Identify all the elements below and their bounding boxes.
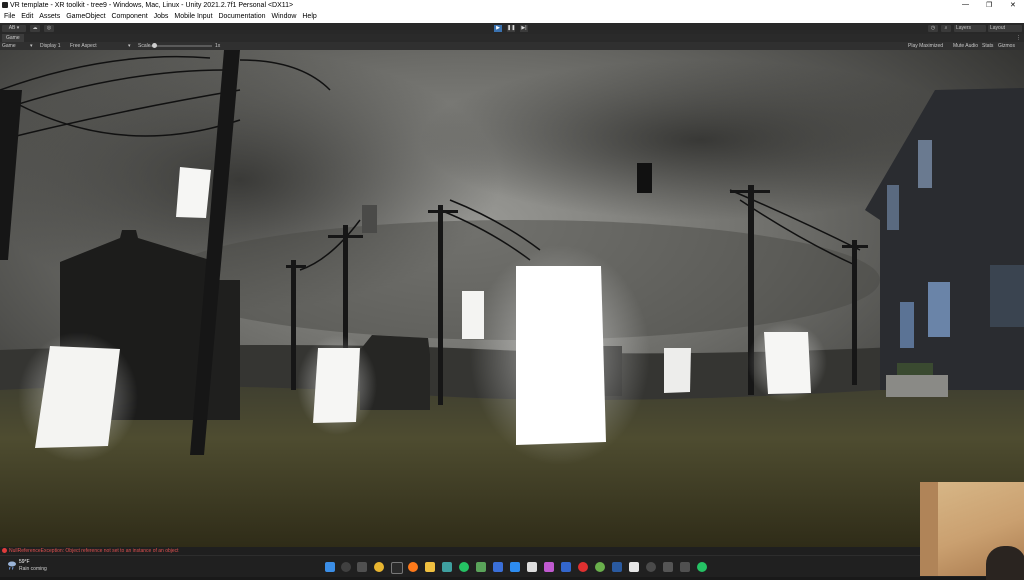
app-icon-red[interactable] xyxy=(578,562,588,572)
menu-assets[interactable]: Assets xyxy=(39,11,60,20)
display-dropdown[interactable]: Display 1 xyxy=(40,42,61,50)
file-explorer-icon[interactable] xyxy=(425,562,435,572)
menu-edit[interactable]: Edit xyxy=(21,11,33,20)
app-icon-white[interactable] xyxy=(527,562,537,572)
webcam-shadow xyxy=(920,482,938,576)
glow-block-center xyxy=(516,266,606,445)
main-toolbar: AB ▾ ☁ ◎ ▶ ❚❚ ▶| ◷ ⌕ Layers Layout xyxy=(0,23,1024,34)
stats-toggle[interactable]: Stats xyxy=(982,42,993,50)
app-icon-m[interactable] xyxy=(442,562,452,572)
maximize-button[interactable]: ❐ xyxy=(986,1,992,9)
app-icon-green[interactable] xyxy=(595,562,605,572)
game-mode-dropdown[interactable]: Game xyxy=(2,42,16,50)
glow-block-right-far xyxy=(664,348,691,393)
menu-window[interactable]: Window xyxy=(272,11,297,20)
floating-dark-block xyxy=(637,163,652,193)
glow-block-far xyxy=(462,291,484,339)
crate xyxy=(886,375,948,397)
layout-dropdown[interactable]: Layout xyxy=(988,25,1022,32)
unity-taskbar-icon[interactable] xyxy=(391,562,403,574)
menu-file[interactable]: File xyxy=(4,11,15,20)
menu-gameobject[interactable]: GameObject xyxy=(66,11,105,20)
glow-block-right xyxy=(764,332,811,394)
menu-mobile-input[interactable]: Mobile Input xyxy=(174,11,212,20)
search-taskbar-icon[interactable] xyxy=(341,562,351,572)
window xyxy=(990,265,1024,327)
windows-taskbar: 59°F Rain coming xyxy=(0,555,1024,577)
window-title-bar: VR template - XR toolkit - tree9 - Windo… xyxy=(0,0,1024,11)
pause-button[interactable]: ❚❚ xyxy=(507,25,515,32)
search-icon[interactable]: ⌕ xyxy=(941,25,951,32)
glow-block-floating xyxy=(176,167,211,218)
game-tab-row: Game ⋮ xyxy=(0,34,1024,42)
app-icon-circle[interactable] xyxy=(646,562,656,572)
layers-dropdown[interactable]: Layers xyxy=(954,25,986,32)
step-button[interactable]: ▶| xyxy=(520,25,528,32)
gizmos-dropdown[interactable]: Gizmos xyxy=(998,42,1015,50)
scale-label: Scale xyxy=(138,43,151,49)
app-icon-gray[interactable] xyxy=(663,562,673,572)
unity-logo-icon xyxy=(2,2,8,8)
menu-help[interactable]: Help xyxy=(302,11,316,20)
status-error-message[interactable]: NullReferenceException: Object reference… xyxy=(9,547,179,555)
planter xyxy=(897,363,933,375)
app-icon-blue[interactable] xyxy=(493,562,503,572)
app-icon-purple[interactable] xyxy=(544,562,554,572)
whatsapp-icon[interactable] xyxy=(459,562,469,572)
blender-icon[interactable] xyxy=(408,562,418,572)
error-icon xyxy=(2,548,7,553)
window-title: VR template - XR toolkit - tree9 - Windo… xyxy=(10,2,294,9)
game-view-controls: Game ▾ Display 1 Free Aspect ▾ Scale 1x … xyxy=(0,42,1024,50)
chrome-icon[interactable] xyxy=(374,562,384,572)
collab-icon[interactable]: ◎ xyxy=(44,25,54,32)
game-viewport[interactable] xyxy=(0,50,1024,547)
game-tab-label: Game xyxy=(6,35,20,41)
minimize-button[interactable]: — xyxy=(962,1,969,8)
zoom-icon[interactable] xyxy=(510,562,520,572)
scale-slider-handle[interactable] xyxy=(152,43,157,48)
app-icon-cat[interactable] xyxy=(680,562,690,572)
scale-slider-track[interactable] xyxy=(150,45,212,47)
cloud-icon[interactable]: ☁ xyxy=(30,25,40,32)
free-aspect-dropdown[interactable]: Free Aspect xyxy=(70,42,97,50)
dropdown-arrow-icon: ▾ xyxy=(30,43,33,49)
history-icon[interactable]: ◷ xyxy=(928,25,938,32)
transformer-box xyxy=(362,205,377,233)
start-icon[interactable] xyxy=(325,562,335,572)
whatsapp-icon-2[interactable] xyxy=(697,562,707,572)
game-scene-render xyxy=(0,50,1024,547)
menu-component[interactable]: Component xyxy=(111,11,147,20)
task-view-icon[interactable] xyxy=(357,562,367,572)
play-button[interactable]: ▶ xyxy=(494,25,502,32)
window xyxy=(900,302,914,348)
app-icon-ai[interactable] xyxy=(561,562,571,572)
webcam-overlay xyxy=(920,482,1024,580)
tab-options-icon[interactable]: ⋮ xyxy=(1016,34,1021,42)
mute-audio-toggle[interactable]: Mute Audio xyxy=(953,42,978,50)
menu-documentation[interactable]: Documentation xyxy=(218,11,265,20)
weather-description: Rain coming xyxy=(19,566,47,572)
app-icon-a[interactable] xyxy=(612,562,622,572)
play-maximized-dropdown[interactable]: Play Maximized xyxy=(908,42,943,50)
aspect-arrow-icon: ▾ xyxy=(128,43,131,49)
glow-block-mid xyxy=(313,348,360,423)
scale-value: 1x xyxy=(215,43,221,49)
close-button[interactable]: ✕ xyxy=(1010,1,1016,9)
window xyxy=(887,185,899,230)
window xyxy=(928,282,950,337)
window xyxy=(918,140,932,188)
minecraft-icon[interactable] xyxy=(476,562,486,572)
tab-game[interactable]: Game xyxy=(2,34,24,42)
console-status-bar[interactable]: NullReferenceException: Object reference… xyxy=(0,547,1024,555)
account-dropdown[interactable]: AB ▾ xyxy=(2,25,26,32)
menu-jobs[interactable]: Jobs xyxy=(154,11,169,20)
weather-temperature: 59°F xyxy=(19,559,30,565)
webcam-person xyxy=(986,546,1024,580)
app-icon-bag[interactable] xyxy=(629,562,639,572)
rain-cloud-icon[interactable] xyxy=(7,560,17,570)
